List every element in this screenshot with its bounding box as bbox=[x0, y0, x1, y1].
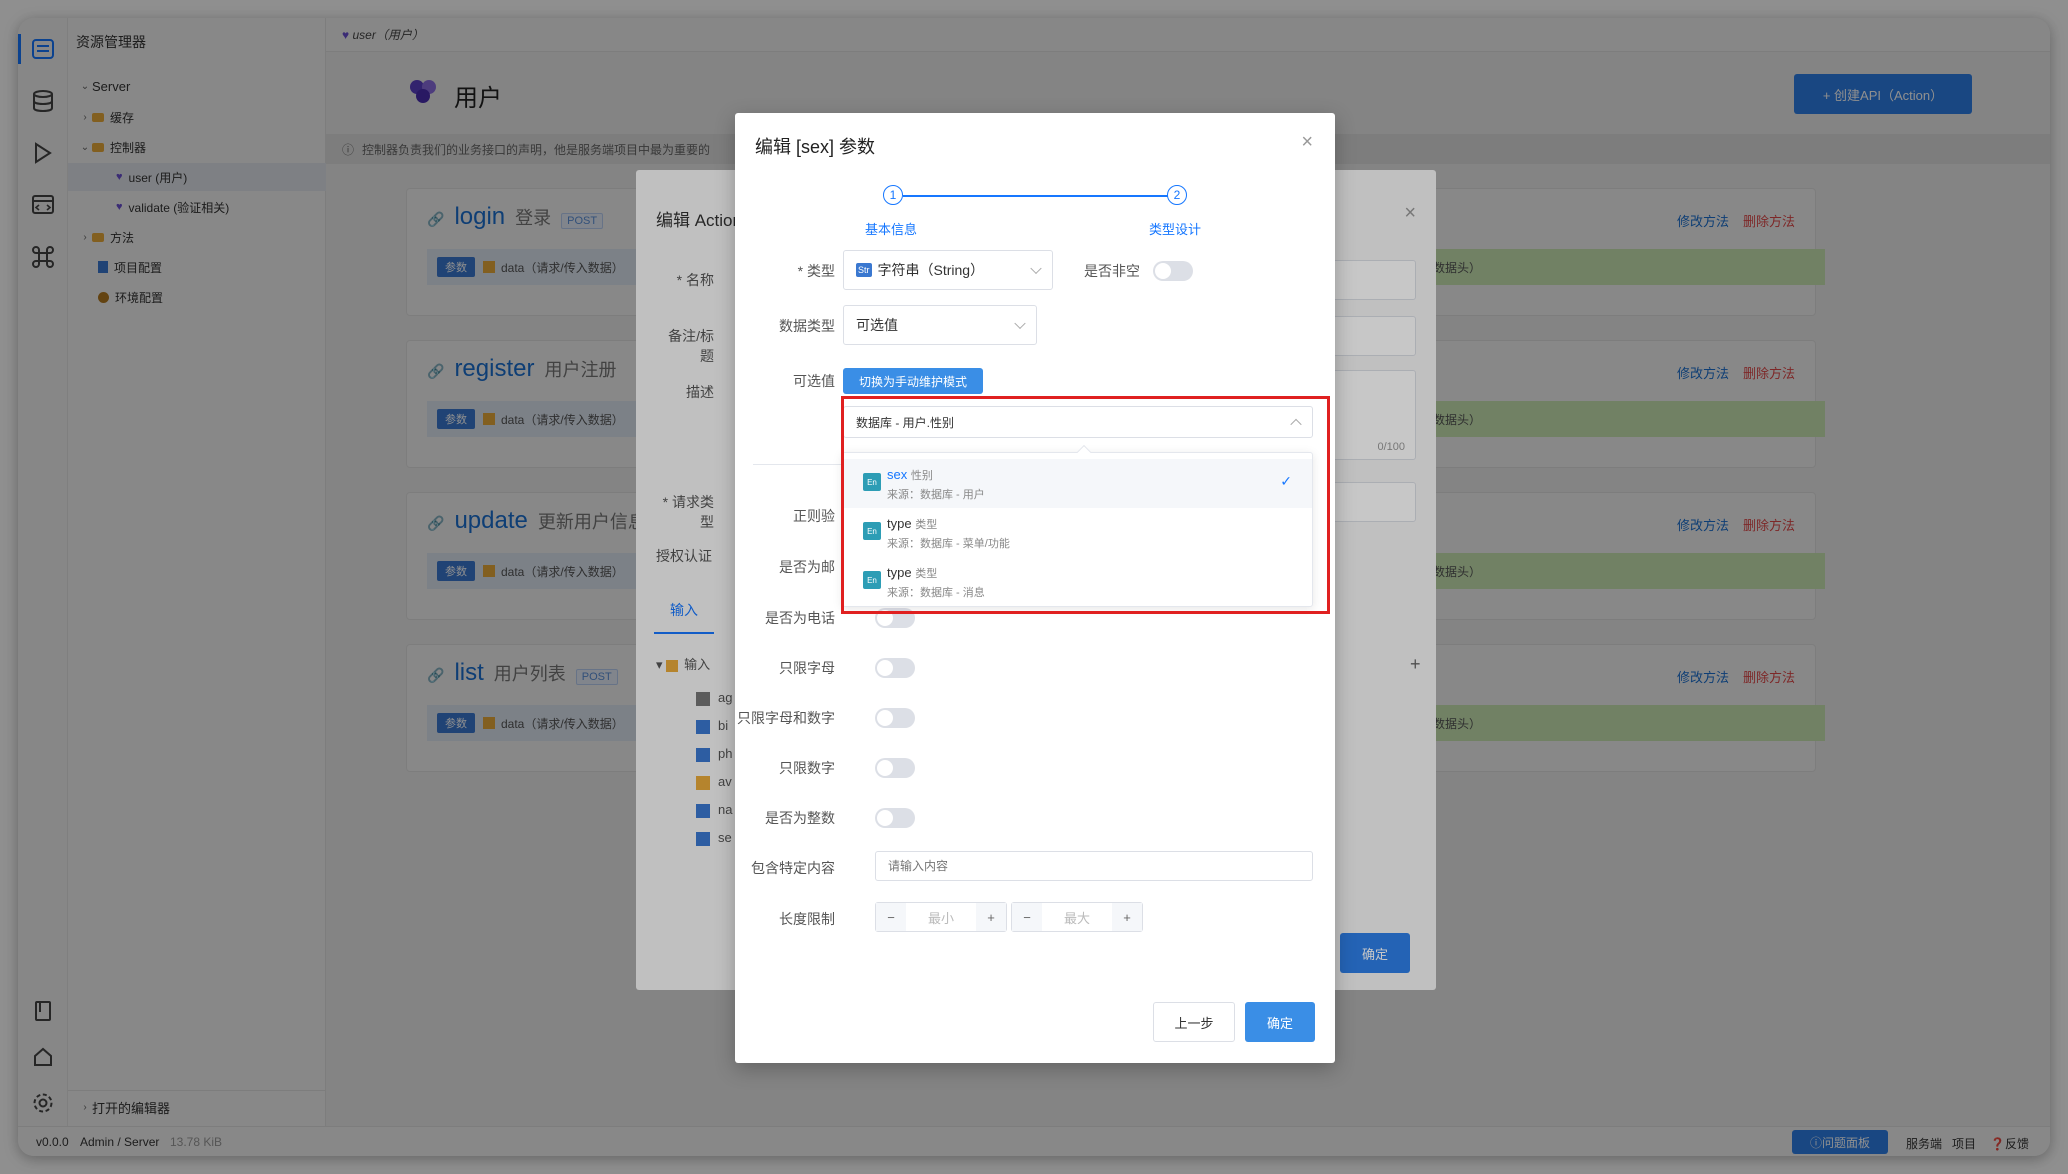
digits-toggle[interactable] bbox=[875, 758, 915, 778]
max-length-stepper[interactable]: − 最大 + bbox=[1011, 902, 1143, 932]
integer-label: 是否为整数 bbox=[765, 810, 835, 826]
prev-step-button[interactable]: 上一步 bbox=[1153, 1002, 1235, 1042]
email-label: 是否为邮 bbox=[779, 559, 835, 575]
type-value: 字符串（String） bbox=[877, 262, 985, 278]
chevron-down-icon bbox=[1014, 317, 1026, 330]
digits-label: 只限数字 bbox=[779, 760, 835, 776]
data-type-select[interactable]: 可选值 bbox=[843, 305, 1037, 345]
close-icon[interactable]: × bbox=[1301, 131, 1313, 154]
alnum-toggle[interactable] bbox=[875, 708, 915, 728]
decrement-button[interactable]: − bbox=[876, 903, 906, 931]
letters-label: 只限字母 bbox=[779, 660, 835, 676]
max-placeholder: 最大 bbox=[1063, 910, 1090, 926]
contains-input[interactable] bbox=[875, 851, 1313, 881]
not-null-label: 是否非空 bbox=[1084, 263, 1140, 279]
letters-toggle[interactable] bbox=[875, 658, 915, 678]
length-label: 长度限制 bbox=[779, 911, 835, 927]
options-label: 可选值 bbox=[793, 373, 835, 389]
switch-manual-mode-button[interactable]: 切换为手动维护模式 bbox=[843, 368, 983, 394]
integer-toggle[interactable] bbox=[875, 808, 915, 828]
step-2-circle: 2 bbox=[1167, 185, 1187, 205]
phone-label: 是否为电话 bbox=[765, 610, 835, 626]
chevron-down-icon bbox=[1030, 262, 1042, 275]
not-null-toggle[interactable] bbox=[1153, 261, 1193, 281]
type-select[interactable]: Str 字符串（String） bbox=[843, 250, 1053, 290]
steps: 1 2 基本信息 类型设计 bbox=[735, 185, 1335, 245]
min-length-stepper[interactable]: − 最小 + bbox=[875, 902, 1007, 932]
alnum-label: 只限字母和数字 bbox=[737, 710, 835, 726]
step-line bbox=[903, 195, 1169, 197]
increment-button[interactable]: + bbox=[976, 903, 1006, 931]
step-1-circle: 1 bbox=[883, 185, 903, 205]
divider bbox=[753, 464, 843, 465]
step-1-label: 基本信息 bbox=[865, 222, 918, 237]
min-placeholder: 最小 bbox=[927, 910, 954, 926]
string-type-icon: Str bbox=[856, 263, 872, 277]
dialog-title: 编辑 [sex] 参数 bbox=[755, 137, 876, 157]
regex-label: 正则验 bbox=[793, 508, 835, 524]
decrement-button[interactable]: − bbox=[1012, 903, 1042, 931]
ok-button[interactable]: 确定 bbox=[1245, 1002, 1315, 1042]
type-label: * 类型 bbox=[797, 263, 835, 279]
data-type-label: 数据类型 bbox=[779, 318, 835, 334]
increment-button[interactable]: + bbox=[1112, 903, 1142, 931]
data-type-value: 可选值 bbox=[856, 317, 898, 333]
step-2-label: 类型设计 bbox=[1149, 222, 1202, 237]
contains-label: 包含特定内容 bbox=[751, 860, 835, 876]
highlight-box bbox=[841, 396, 1330, 614]
